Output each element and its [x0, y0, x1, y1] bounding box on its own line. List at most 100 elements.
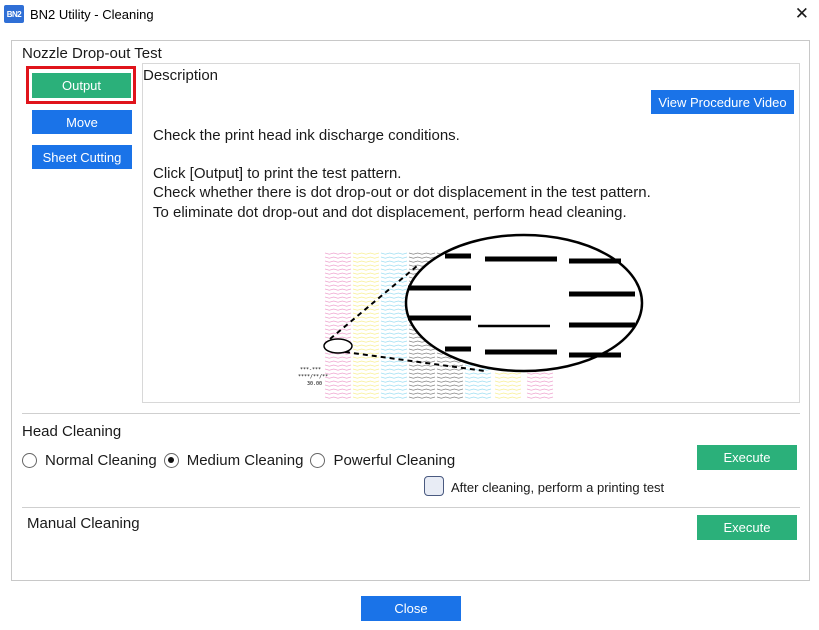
pattern-line [324, 336, 352, 339]
pattern-line [380, 332, 408, 335]
pattern-line [352, 284, 380, 287]
pattern-line [380, 256, 408, 259]
pattern-line [352, 364, 380, 367]
pattern-line [352, 324, 380, 327]
pattern-line [380, 372, 408, 375]
zoom-source-circle [323, 338, 353, 354]
pattern-line [436, 376, 464, 379]
output-highlight [26, 66, 136, 104]
pattern-line [408, 384, 436, 387]
pattern-line [408, 376, 436, 379]
pattern-line [324, 272, 352, 275]
pattern-line [352, 356, 380, 359]
sheet-cutting-button[interactable]: Sheet Cutting [32, 145, 132, 169]
nozzle-test-title: Nozzle Drop-out Test [22, 45, 162, 62]
pattern-line [352, 380, 380, 383]
move-button[interactable]: Move [32, 110, 132, 134]
pattern-line [380, 268, 408, 271]
pattern-line [380, 396, 408, 399]
pattern-line [380, 340, 408, 343]
close-icon[interactable]: ✕ [795, 4, 809, 24]
pattern-line [324, 300, 352, 303]
pattern-line [352, 280, 380, 283]
pattern-line [464, 396, 492, 399]
pattern-line [380, 388, 408, 391]
pattern-line [380, 276, 408, 279]
medium-cleaning-radio-circle[interactable] [163, 452, 179, 468]
print-info-line-2: ****/**/** [298, 374, 328, 380]
pattern-line [324, 296, 352, 299]
normal-cleaning-radio[interactable]: Normal Cleaning [22, 452, 157, 469]
pattern-line [324, 316, 352, 319]
pattern-line [324, 304, 352, 307]
pattern-line [526, 376, 554, 379]
pattern-line [324, 288, 352, 291]
head-cleaning-title: Head Cleaning [22, 423, 122, 440]
pattern-line [352, 264, 380, 267]
pattern-line [408, 368, 436, 371]
pattern-line [408, 396, 436, 399]
pattern-line [324, 284, 352, 287]
pattern-line [352, 288, 380, 291]
pattern-line [352, 256, 380, 259]
description-line-2: Click [Output] to print the test pattern… [153, 165, 402, 182]
pattern-line [352, 296, 380, 299]
manual-cleaning-execute-button[interactable]: Execute [697, 515, 797, 540]
pattern-line [494, 388, 522, 391]
pattern-line [380, 344, 408, 347]
pattern-line [352, 316, 380, 319]
pattern-line [494, 392, 522, 395]
pattern-line [324, 360, 352, 363]
pattern-line [324, 392, 352, 395]
pattern-line [408, 256, 436, 259]
pattern-line [324, 356, 352, 359]
pattern-line [352, 384, 380, 387]
pattern-line [408, 352, 436, 355]
pattern-line [380, 300, 408, 303]
pattern-line [408, 380, 436, 383]
pattern-line [408, 252, 436, 255]
pattern-line [380, 392, 408, 395]
pattern-line [324, 388, 352, 391]
powerful-cleaning-radio-circle[interactable] [310, 452, 326, 468]
cleaning-level-group: Normal Cleaning Medium Cleaning Powerful… [22, 449, 462, 471]
pattern-line [380, 336, 408, 339]
pattern-line [380, 260, 408, 263]
pattern-line [324, 276, 352, 279]
pattern-line [464, 372, 492, 375]
pattern-line [494, 376, 522, 379]
normal-cleaning-label: Normal Cleaning [45, 451, 157, 469]
pattern-line [324, 364, 352, 367]
pattern-line [324, 308, 352, 311]
pattern-line [380, 364, 408, 367]
pattern-line [526, 372, 554, 375]
printing-test-checkbox[interactable] [424, 476, 444, 496]
pattern-line [324, 328, 352, 331]
powerful-cleaning-radio[interactable]: Powerful Cleaning [310, 452, 455, 469]
pattern-line [436, 384, 464, 387]
normal-cleaning-radio-circle[interactable] [22, 452, 37, 468]
pattern-line [526, 384, 554, 387]
pattern-line [324, 252, 352, 255]
pattern-line [380, 308, 408, 311]
pattern-line [352, 304, 380, 307]
pattern-line [380, 272, 408, 275]
pattern-line [464, 384, 492, 387]
pattern-line [408, 360, 436, 363]
pattern-line [380, 324, 408, 327]
pattern-line [436, 380, 464, 383]
pattern-line [380, 320, 408, 323]
close-button[interactable]: Close [361, 596, 461, 621]
head-cleaning-execute-button[interactable]: Execute [697, 445, 797, 470]
pattern-line [380, 280, 408, 283]
pattern-line [380, 348, 408, 351]
medium-cleaning-radio[interactable]: Medium Cleaning [163, 452, 303, 469]
pattern-line [352, 392, 380, 395]
pattern-line [352, 344, 380, 347]
section-divider-2 [22, 507, 800, 508]
pattern-line [494, 372, 522, 375]
app-logo-icon: BN2 [4, 5, 24, 23]
pattern-line [352, 276, 380, 279]
view-procedure-video-button[interactable]: View Procedure Video [651, 90, 794, 114]
description-line-4: To eliminate dot drop-out and dot displa… [153, 204, 627, 221]
